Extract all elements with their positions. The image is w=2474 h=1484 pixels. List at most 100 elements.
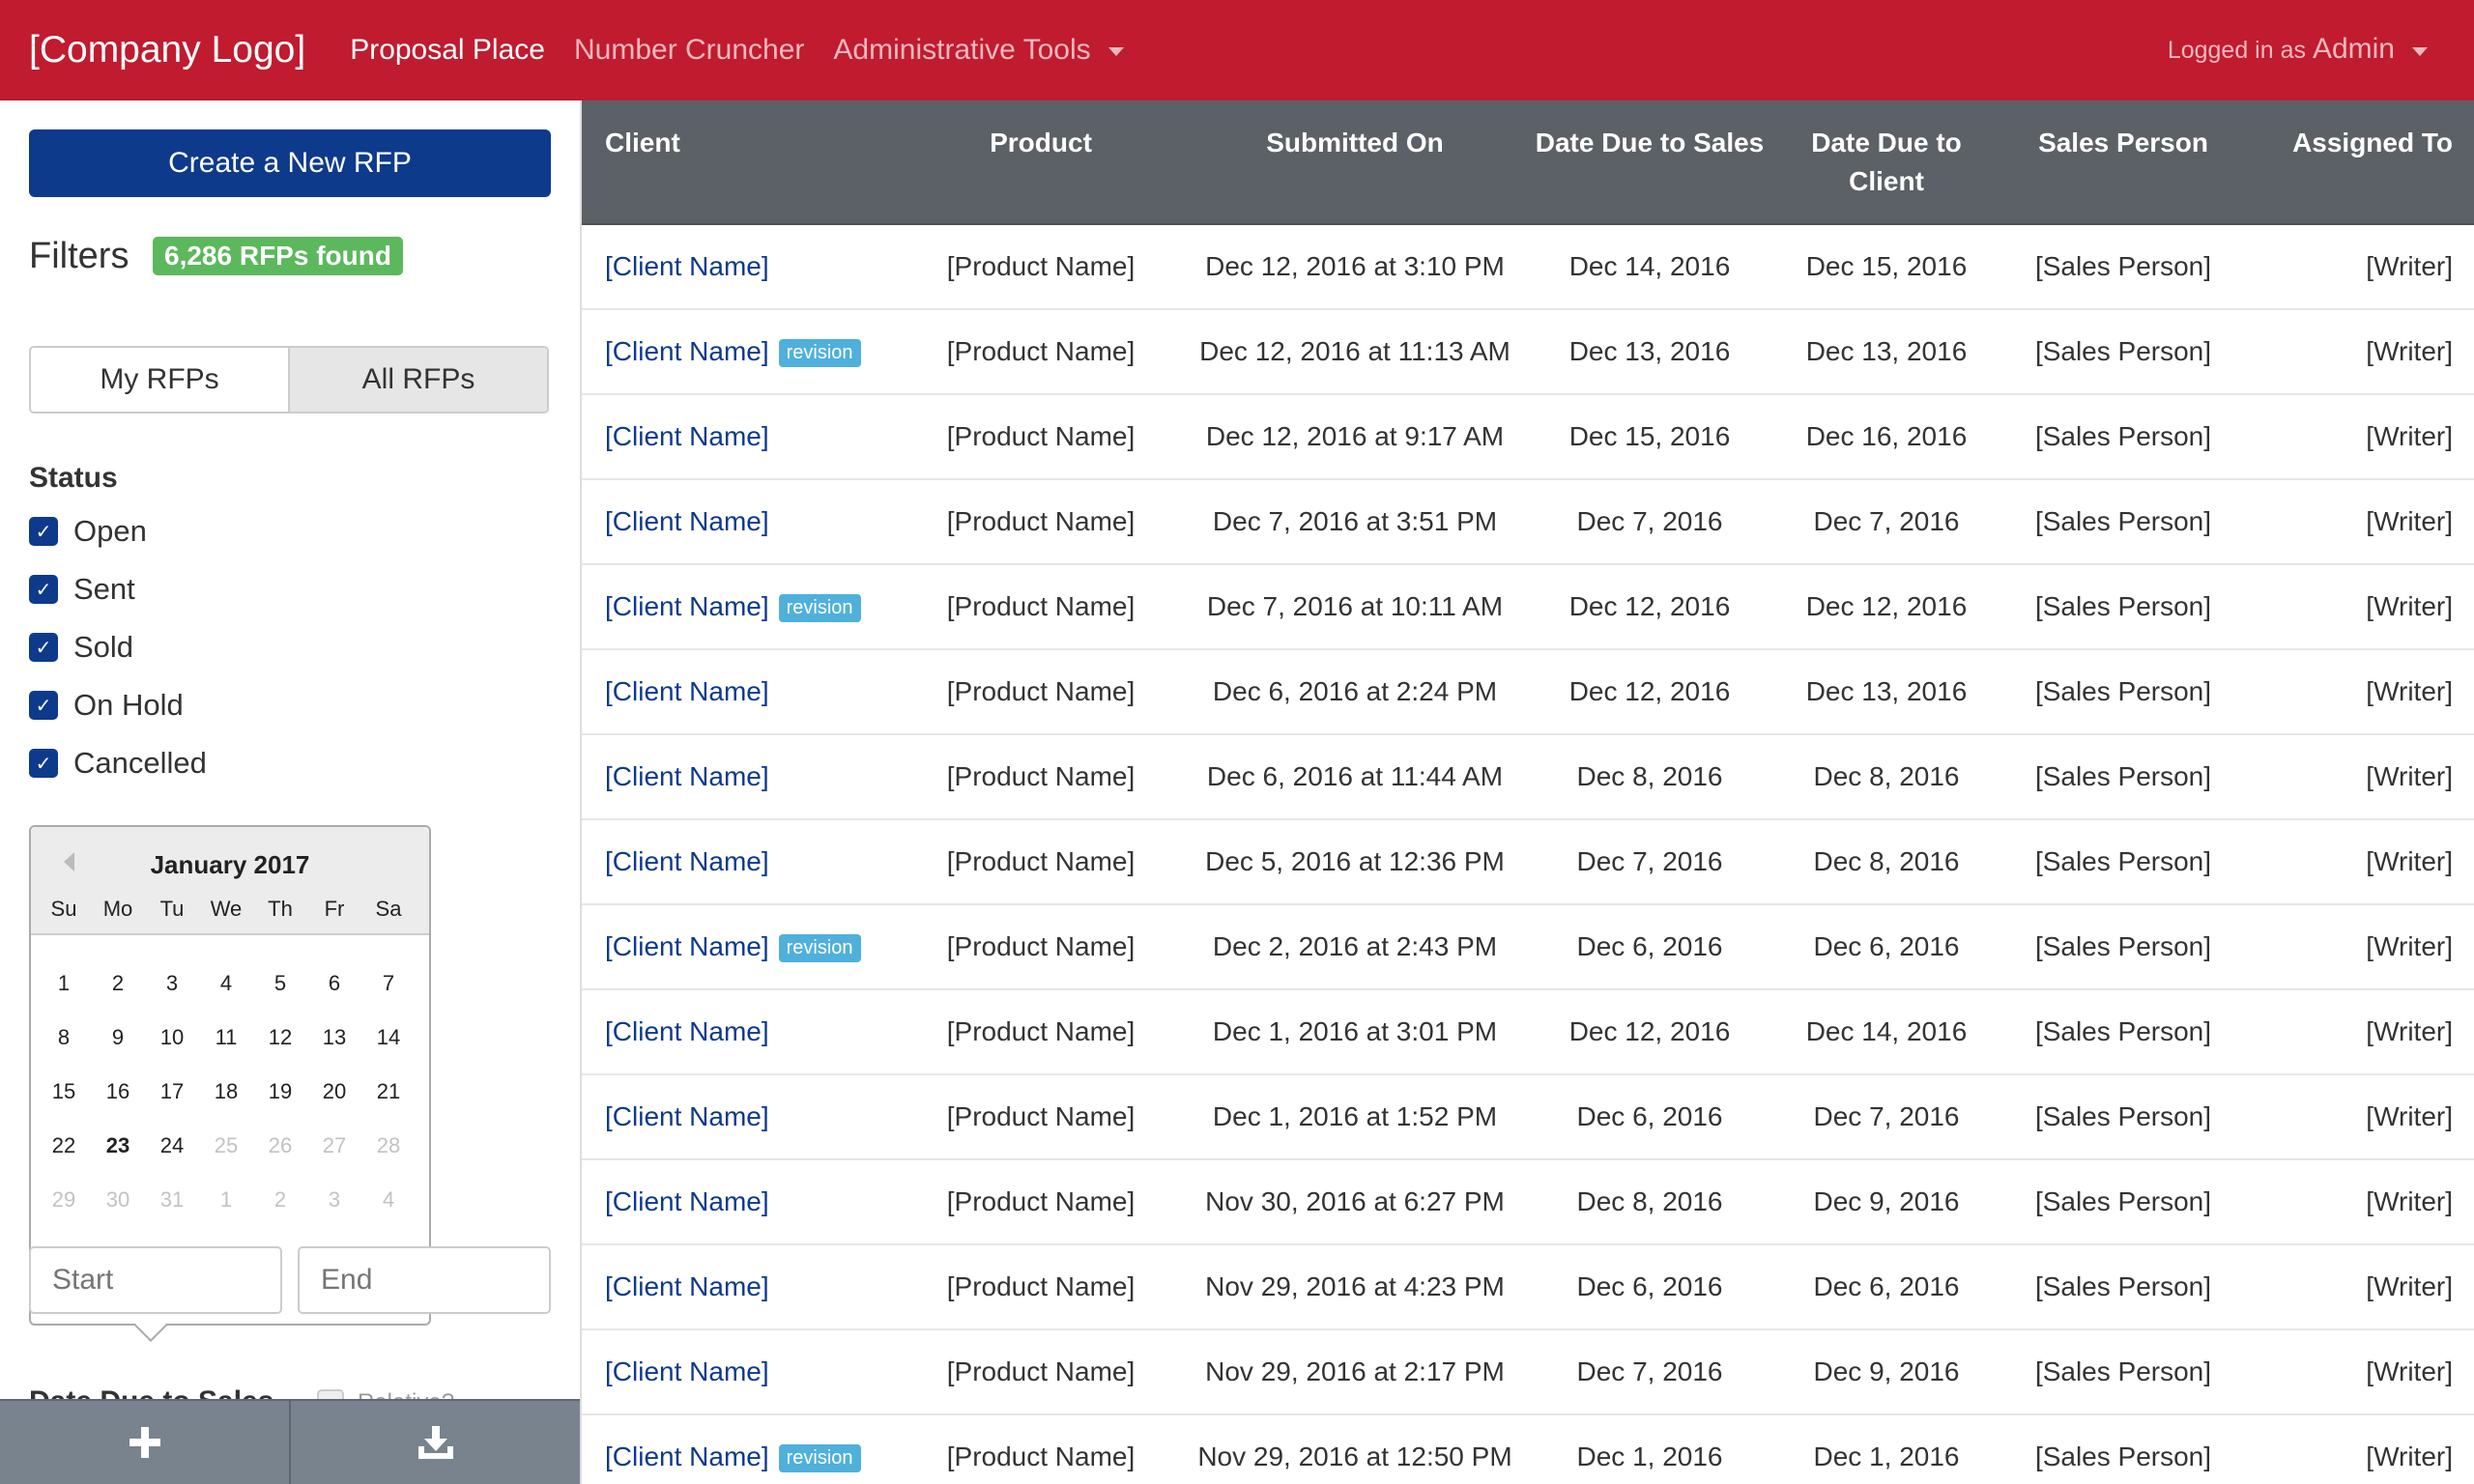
table-row[interactable]: [Client Name] [Product Name] Dec 6, 2016 a…	[582, 649, 2474, 735]
table-row[interactable]: [Client Name] [Product Name] Dec 12, 2016 …	[582, 224, 2474, 310]
company-logo[interactable]: [Company Logo]	[29, 29, 305, 71]
client-link[interactable]: [Client Name]	[605, 1271, 769, 1301]
calendar-day[interactable]: 15	[37, 1065, 91, 1119]
calendar-day[interactable]: 10	[145, 1011, 199, 1065]
calendar-day[interactable]: 16	[91, 1065, 145, 1119]
column-header-product[interactable]: Product	[901, 100, 1181, 225]
calendar-day[interactable]: 25	[199, 1119, 253, 1173]
cell-due-sales: Dec 1, 2016	[1529, 1414, 1770, 1484]
calendar-day[interactable]: 8	[37, 1011, 91, 1065]
table-row[interactable]: [Client Name] revision [Product Name] Dec 7…	[582, 564, 2474, 650]
calendar-day[interactable]: 18	[199, 1065, 253, 1119]
client-link[interactable]: [Client Name]	[605, 591, 769, 621]
calendar-day[interactable]: 4	[199, 956, 253, 1011]
table-row[interactable]: [Client Name] revision [Product Name] Dec 1…	[582, 309, 2474, 395]
client-link[interactable]: [Client Name]	[605, 506, 769, 536]
checkbox-checked-icon[interactable]: ✓	[29, 691, 58, 720]
client-link[interactable]: [Client Name]	[605, 931, 769, 961]
table-row[interactable]: [Client Name] [Product Name] Dec 7, 2016 a…	[582, 479, 2474, 565]
nav-number-cruncher[interactable]: Number Cruncher	[574, 34, 804, 67]
table-row[interactable]: [Client Name] [Product Name] Nov 29, 2016 …	[582, 1329, 2474, 1415]
nav-administrative-tools[interactable]: Administrative Tools	[833, 34, 1124, 67]
column-header-date-due-to-client[interactable]: Date Due to Client	[1770, 100, 2002, 225]
status-cancelled[interactable]: ✓ Cancelled	[29, 734, 207, 792]
client-link[interactable]: [Client Name]	[605, 1441, 769, 1471]
status-on-hold[interactable]: ✓ On Hold	[29, 676, 207, 734]
status-open[interactable]: ✓ Open	[29, 502, 207, 560]
checkbox-checked-icon[interactable]: ✓	[29, 517, 58, 546]
table-row[interactable]: [Client Name] revision [Product Name] Dec 2…	[582, 904, 2474, 990]
calendar-day[interactable]: 4	[361, 1173, 416, 1227]
calendar-day[interactable]: 17	[145, 1065, 199, 1119]
calendar-day[interactable]: 3	[307, 1173, 361, 1227]
table-row[interactable]: [Client Name] [Product Name] Dec 6, 2016 a…	[582, 734, 2474, 820]
table-row[interactable]: [Client Name] [Product Name] Dec 12, 2016 …	[582, 394, 2474, 480]
create-rfp-button[interactable]: Create a New RFP	[29, 129, 551, 197]
cell-submitted: Nov 30, 2016 at 6:27 PM	[1181, 1159, 1529, 1245]
download-button[interactable]	[289, 1399, 580, 1484]
start-date-input[interactable]	[29, 1246, 282, 1314]
calendar-day[interactable]: 21	[361, 1065, 416, 1119]
calendar-day[interactable]: 26	[253, 1119, 307, 1173]
all-rfps-button[interactable]: All RFPs	[288, 348, 547, 412]
calendar-month: January 2017	[150, 850, 310, 879]
client-link[interactable]: [Client Name]	[605, 1016, 769, 1046]
calendar-day[interactable]: 6	[307, 956, 361, 1011]
cell-client: [Client Name]	[582, 819, 901, 905]
calendar-day[interactable]: 27	[307, 1119, 361, 1173]
calendar-day[interactable]: 9	[91, 1011, 145, 1065]
client-link[interactable]: [Client Name]	[605, 1356, 769, 1386]
checkbox-checked-icon[interactable]: ✓	[29, 633, 58, 662]
checkbox-checked-icon[interactable]: ✓	[29, 575, 58, 604]
table-row[interactable]: [Client Name] revision [Product Name] Nov 2…	[582, 1414, 2474, 1484]
status-sent[interactable]: ✓ Sent	[29, 560, 207, 618]
client-link[interactable]: [Client Name]	[605, 421, 769, 451]
cell-due-client: Dec 13, 2016	[1770, 309, 2002, 395]
client-link[interactable]: [Client Name]	[605, 1101, 769, 1131]
table-row[interactable]: [Client Name] [Product Name] Nov 30, 2016 …	[582, 1159, 2474, 1245]
calendar-day[interactable]: 24	[145, 1119, 199, 1173]
end-date-input[interactable]	[298, 1246, 551, 1314]
column-header-client[interactable]: Client	[582, 100, 901, 225]
calendar-day[interactable]: 1	[199, 1173, 253, 1227]
table-row[interactable]: [Client Name] [Product Name] Nov 29, 2016 …	[582, 1244, 2474, 1330]
my-rfps-button[interactable]: My RFPs	[31, 348, 288, 412]
calendar-day[interactable]: 1	[37, 956, 91, 1011]
client-link[interactable]: [Client Name]	[605, 676, 769, 706]
calendar-day[interactable]: 28	[361, 1119, 416, 1173]
calendar-day[interactable]: 19	[253, 1065, 307, 1119]
table-row[interactable]: [Client Name] [Product Name] Dec 5, 2016 a…	[582, 819, 2474, 905]
checkbox-checked-icon[interactable]: ✓	[29, 749, 58, 778]
calendar-day[interactable]: 13	[307, 1011, 361, 1065]
client-link[interactable]: [Client Name]	[605, 251, 769, 281]
client-link[interactable]: [Client Name]	[605, 1186, 769, 1216]
cell-due-client: Dec 9, 2016	[1770, 1329, 2002, 1415]
calendar-day[interactable]: 29	[37, 1173, 91, 1227]
column-header-sales-person[interactable]: Sales Person	[2002, 100, 2244, 225]
table-row[interactable]: [Client Name] [Product Name] Dec 1, 2016 a…	[582, 989, 2474, 1075]
calendar-day[interactable]: 23	[91, 1119, 145, 1173]
client-link[interactable]: [Client Name]	[605, 761, 769, 791]
calendar-day[interactable]: 20	[307, 1065, 361, 1119]
client-link[interactable]: [Client Name]	[605, 846, 769, 876]
calendar-day[interactable]: 12	[253, 1011, 307, 1065]
table-row[interactable]: [Client Name] [Product Name] Dec 1, 2016 a…	[582, 1074, 2474, 1160]
calendar-day[interactable]: 7	[361, 956, 416, 1011]
nav-proposal-place[interactable]: Proposal Place	[350, 34, 545, 67]
status-sold[interactable]: ✓ Sold	[29, 618, 207, 676]
calendar-day[interactable]: 22	[37, 1119, 91, 1173]
calendar-day[interactable]: 2	[91, 956, 145, 1011]
column-header-assigned-to[interactable]: Assigned To	[2244, 100, 2474, 225]
client-link[interactable]: [Client Name]	[605, 336, 769, 366]
column-header-submitted-on[interactable]: Submitted On	[1181, 100, 1529, 225]
calendar-day[interactable]: 30	[91, 1173, 145, 1227]
calendar-day[interactable]: 14	[361, 1011, 416, 1065]
calendar-day[interactable]: 31	[145, 1173, 199, 1227]
column-header-date-due-to-sales[interactable]: Date Due to Sales	[1529, 100, 1770, 225]
calendar-day[interactable]: 5	[253, 956, 307, 1011]
calendar-day[interactable]: 3	[145, 956, 199, 1011]
calendar-day[interactable]: 2	[253, 1173, 307, 1227]
calendar-day[interactable]: 11	[199, 1011, 253, 1065]
add-button[interactable]	[0, 1399, 289, 1484]
user-menu[interactable]: Logged in as Admin	[2168, 33, 2428, 66]
